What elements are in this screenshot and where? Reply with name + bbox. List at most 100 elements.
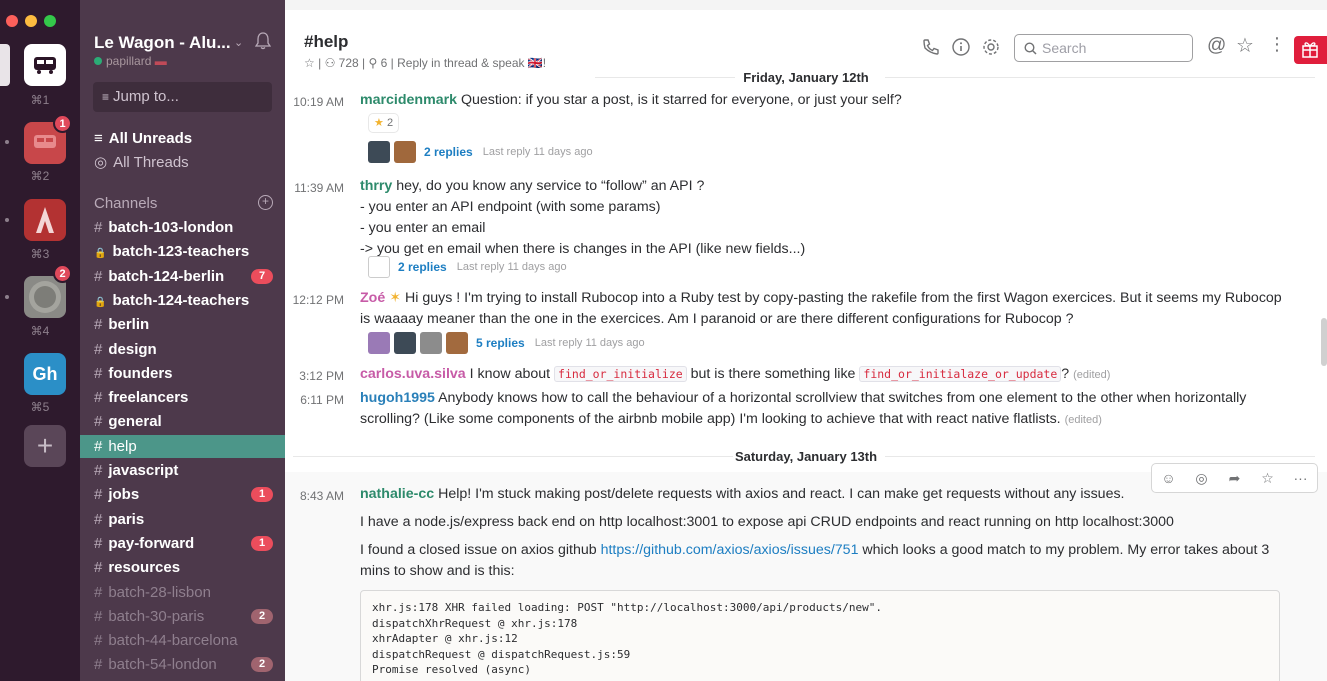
- replies-link[interactable]: 2 replies: [398, 260, 447, 274]
- more-menu-icon[interactable]: ⋮: [1268, 34, 1286, 54]
- sidebar-item-batch-44-barcelona[interactable]: # batch-44-barcelona: [80, 629, 285, 652]
- day-divider: Saturday, January 13th: [734, 449, 878, 464]
- sidebar-item-batch-54-london[interactable]: # batch-54-london 2: [80, 653, 285, 676]
- message: thrry hey, do you know any service to “f…: [360, 176, 1310, 260]
- sidebar-item-founders[interactable]: # founders: [80, 362, 285, 385]
- sidebar-item-freelancers[interactable]: # freelancers: [80, 386, 285, 409]
- sidebar-item-javascript[interactable]: # javascript: [80, 459, 285, 482]
- thread-summary[interactable]: 2 replies Last reply 11 days ago: [368, 140, 593, 164]
- member-count[interactable]: 728: [339, 56, 359, 70]
- active-team-indicator: [0, 44, 10, 86]
- message-paragraph: mins to show and is this:: [360, 563, 515, 579]
- sidebar-item-paris[interactable]: # paris: [80, 508, 285, 531]
- pin-icon[interactable]: ⚲: [369, 56, 378, 70]
- code-block: xhr.js:178 XHR failed loading: POST "htt…: [360, 590, 1280, 681]
- inline-code: find_or_initialaze_or_update: [859, 366, 1062, 382]
- message-link[interactable]: https://github.com/axios/axios/issues/75…: [601, 542, 859, 558]
- message-author[interactable]: carlos.uva.silva: [360, 366, 466, 382]
- reaction-button[interactable]: ★ 2: [368, 113, 400, 133]
- message-text: ?: [1061, 366, 1070, 382]
- add-team-button[interactable]: +: [24, 425, 66, 467]
- gift-icon[interactable]: [1294, 36, 1327, 64]
- channels-heading[interactable]: Channels: [94, 195, 157, 212]
- threads-icon: ◎: [94, 154, 108, 171]
- team-shortcut: ⌘3: [30, 247, 50, 261]
- channel-sidebar: Le Wagon - Alu... ⌄ papillard ▬ ≡ Jump to…: [80, 0, 285, 681]
- sidebar-item-batch-103-london[interactable]: # batch-103-london: [80, 216, 285, 239]
- day-divider: Friday, January 12th: [743, 70, 869, 85]
- tower-icon: [36, 207, 54, 233]
- info-icon[interactable]: [951, 37, 971, 57]
- all-unreads-link[interactable]: ≡ All Unreads: [94, 130, 192, 147]
- sidebar-item-batch-28-lisbon[interactable]: # batch-28-lisbon: [80, 581, 285, 604]
- search-icon: [1024, 42, 1037, 55]
- gear-icon[interactable]: [981, 37, 1001, 57]
- team-unread-dot: [5, 140, 9, 144]
- message-author[interactable]: Zoé: [360, 290, 385, 306]
- starred-items-icon[interactable]: ☆: [1236, 33, 1256, 57]
- hash-icon: #: [94, 632, 103, 650]
- sidebar-item-pay-forward[interactable]: # pay-forward 1: [80, 532, 285, 555]
- star-emoji-icon: ★: [374, 117, 384, 129]
- message-author[interactable]: thrry: [360, 178, 392, 194]
- channel-name: batch-123-teachers: [112, 243, 250, 261]
- search-input[interactable]: Search: [1014, 34, 1193, 62]
- sidebar-item-batch-30-paris[interactable]: # batch-30-paris 2: [80, 605, 285, 628]
- current-user[interactable]: papillard ▬: [94, 54, 167, 68]
- team-1[interactable]: [24, 44, 66, 86]
- hash-icon: #: [94, 364, 103, 382]
- members-icon[interactable]: ⚇: [325, 56, 336, 70]
- thread-summary[interactable]: 2 replies Last reply 11 days ago: [368, 255, 567, 279]
- zoom-window-button[interactable]: [44, 15, 56, 27]
- message-timestamp[interactable]: 8:43 AM: [285, 489, 344, 503]
- channel-meta: ☆ | ⚇ 728 | ⚲ 6 | Reply in thread & spea…: [304, 56, 547, 70]
- workspace-name[interactable]: Le Wagon - Alu...: [94, 33, 231, 53]
- sidebar-item-help[interactable]: # help: [80, 434, 285, 458]
- star-icon[interactable]: ☆: [304, 56, 315, 70]
- jump-to-button[interactable]: ≡ Jump to...: [93, 82, 272, 112]
- sidebar-item-design[interactable]: # design: [80, 338, 285, 361]
- jump-to-label: Jump to...: [113, 88, 179, 105]
- sidebar-item-batch-124-berlin[interactable]: # batch-124-berlin 7: [80, 265, 285, 288]
- phone-icon[interactable]: [921, 37, 941, 57]
- sidebar-item-batch-123-teachers[interactable]: 🔒 batch-123-teachers: [80, 240, 285, 263]
- team-3[interactable]: [24, 199, 66, 241]
- sidebar-item-resources[interactable]: # resources: [80, 556, 285, 579]
- sidebar-item-general[interactable]: # general: [80, 410, 285, 433]
- message-timestamp[interactable]: 6:11 PM: [285, 393, 344, 407]
- pin-count[interactable]: 6: [381, 56, 388, 70]
- message-line: - you enter an email: [360, 220, 486, 236]
- sidebar-item-jobs[interactable]: # jobs 1: [80, 483, 285, 506]
- message-author[interactable]: hugoh1995: [360, 390, 435, 406]
- bus-icon: [34, 57, 56, 74]
- unreads-icon: ≡: [94, 130, 103, 147]
- minimize-window-button[interactable]: [25, 15, 37, 27]
- hash-icon: #: [94, 534, 103, 552]
- message-author[interactable]: marcidenmark: [360, 92, 457, 108]
- scrollbar[interactable]: [1321, 318, 1327, 366]
- channel-title[interactable]: #help: [304, 32, 348, 52]
- chevron-down-icon[interactable]: ⌄: [234, 36, 243, 49]
- replies-link[interactable]: 5 replies: [476, 336, 525, 350]
- sidebar-item-berlin[interactable]: # berlin: [80, 313, 285, 336]
- sidebar-item-batch-124-teachers[interactable]: 🔒 batch-124-teachers: [80, 289, 285, 312]
- lock-icon: 🔒: [94, 248, 107, 260]
- unread-badge: 2: [251, 657, 273, 673]
- team-switcher: ⌘1 1 ⌘2 ⌘3 2 ⌘4 Gh ⌘5 +: [0, 0, 80, 681]
- message-timestamp[interactable]: 12:12 PM: [285, 293, 344, 307]
- message-timestamp[interactable]: 10:19 AM: [285, 95, 344, 109]
- channel-name: batch-30-paris: [108, 607, 205, 625]
- message-timestamp[interactable]: 11:39 AM: [285, 181, 344, 195]
- mentions-icon[interactable]: @: [1207, 35, 1227, 56]
- add-channel-icon[interactable]: +: [258, 195, 273, 210]
- channel-topic[interactable]: Reply in thread & speak 🇬🇧!: [397, 56, 546, 70]
- replies-link[interactable]: 2 replies: [424, 145, 473, 159]
- thread-summary[interactable]: 5 replies Last reply 11 days ago: [368, 331, 645, 355]
- message-author[interactable]: nathalie-cc: [360, 486, 434, 502]
- message-timestamp[interactable]: 3:12 PM: [285, 369, 344, 383]
- team-5[interactable]: Gh: [24, 353, 66, 395]
- close-window-button[interactable]: [6, 15, 18, 27]
- all-threads-link[interactable]: ◎ All Threads: [94, 153, 189, 171]
- unread-badge: 2: [251, 608, 273, 624]
- bell-icon[interactable]: [255, 32, 271, 50]
